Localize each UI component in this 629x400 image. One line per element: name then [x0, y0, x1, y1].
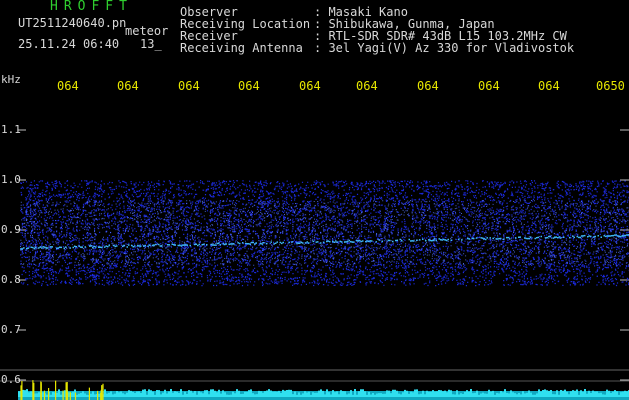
x-tick: 0650 [596, 79, 625, 93]
x-tick: 064 [417, 79, 439, 93]
app-title: HROFFT [50, 0, 133, 14]
x-tick: 064 [57, 79, 79, 93]
hrofft-window: { "header": { "title": "HROFFT", "filena… [0, 0, 629, 400]
x-tick: 064 [238, 79, 260, 93]
y-tick: 1.0 [1, 173, 21, 186]
y-tick: 1.1 [1, 123, 21, 136]
file-name: UT2511240640.pn [18, 16, 127, 30]
mode-label: meteor [125, 24, 169, 38]
antenna-value: : 3el Yagi(V) Az 330 for Vladivostok [314, 41, 575, 55]
detection-count: 13_ [140, 37, 162, 51]
antenna-label: Receiving Antenna [180, 41, 303, 55]
noise-band [20, 180, 629, 287]
x-tick: 064 [356, 79, 378, 93]
y-axis-unit: kHz [1, 73, 21, 86]
x-tick: 064 [299, 79, 321, 93]
x-tick: 064 [538, 79, 560, 93]
y-tick: 0.8 [1, 273, 21, 286]
y-tick: 0.6 [1, 373, 21, 386]
spectrogram [0, 129, 629, 400]
x-tick: 064 [178, 79, 200, 93]
y-tick: 0.9 [1, 223, 21, 236]
x-tick: 064 [117, 79, 139, 93]
x-tick: 064 [478, 79, 500, 93]
y-tick: 0.7 [1, 323, 21, 336]
date-time: 25.11.24 06:40 [18, 37, 120, 51]
